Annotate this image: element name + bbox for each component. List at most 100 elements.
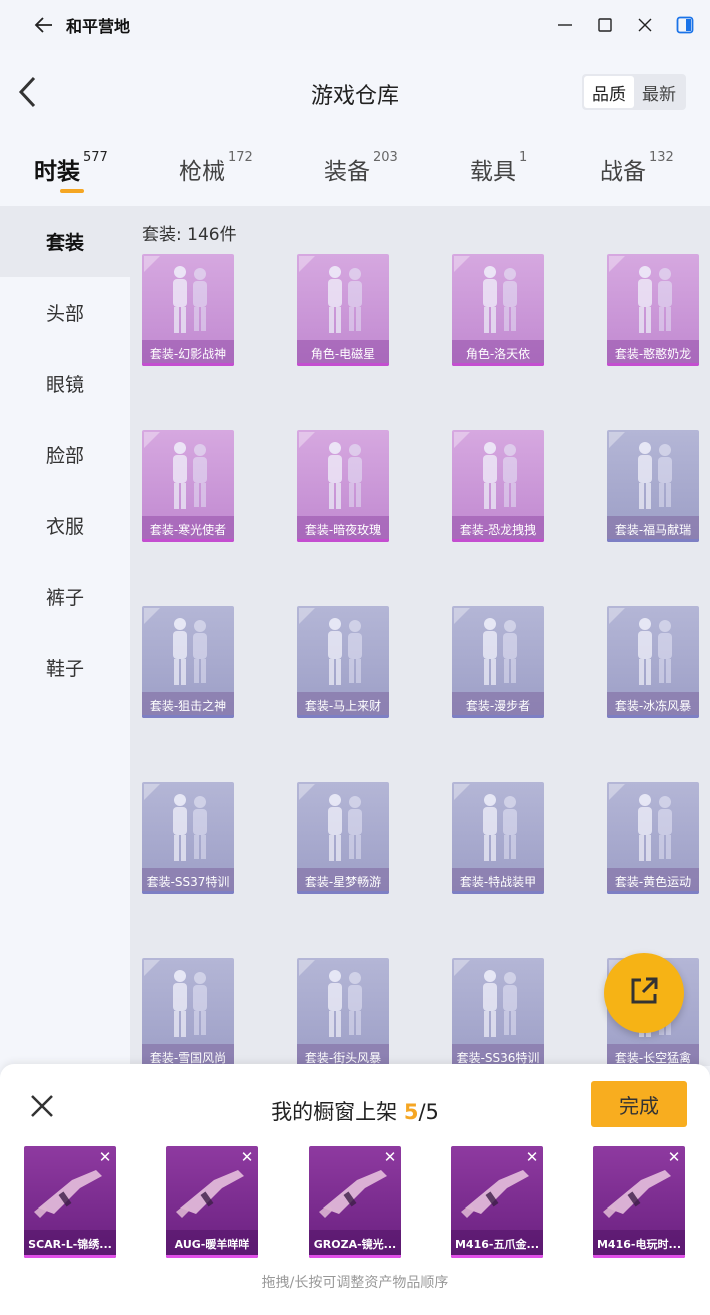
item-card[interactable]: 套装-漫步者 [452,606,544,718]
item-card[interactable]: 角色-电磁星 [297,254,389,366]
tab-guns[interactable]: 枪械172 [179,150,253,186]
rarity-bar [297,363,389,366]
rifle-icon [603,1170,671,1218]
rarity-bar [451,1255,543,1258]
window-title: 和平营地 [66,17,131,36]
item-card[interactable]: 角色-洛天依 [452,254,544,366]
item-card[interactable]: 套装-特战装甲 [452,782,544,894]
rarity-bar [309,1255,401,1258]
outfit-figure-icon [173,970,207,1037]
outfit-figure-icon [483,266,517,333]
item-card[interactable]: 套装-黄色运动 [607,782,699,894]
tab-outfits[interactable]: 时装577 [34,150,108,186]
showcase-item-name: SCAR-L-锦绣... [24,1230,116,1258]
outfit-figure-icon [328,618,362,685]
item-name: 套装-雪国风尚 [142,1044,234,1066]
app-header: 游戏仓库 品质 最新 [0,50,710,138]
sidebar-item-head[interactable]: 头部 [0,277,130,348]
showcase-item-name: GROZA-镜光... [309,1230,401,1258]
rifle-icon [319,1170,387,1218]
rarity-bar [593,1255,685,1258]
rarity-bar [142,539,234,542]
maximize-icon[interactable] [596,13,614,37]
sidebar-item-pants[interactable]: 裤子 [0,561,130,632]
outfit-figure-icon [483,970,517,1037]
item-card[interactable]: 套装-马上来财 [297,606,389,718]
item-name: 套装-长空猛禽 [607,1044,699,1066]
category-tabs: 时装577 枪械172 装备203 载具1 战备132 [0,138,710,206]
sidebar-item-face[interactable]: 脸部 [0,419,130,490]
showcase-slot[interactable]: ✕ AUG-暖羊咩咩 [166,1146,258,1258]
showcase-slot[interactable]: ✕ M416-电玩时... [593,1146,685,1258]
minimize-icon[interactable] [556,13,574,37]
item-card[interactable]: 套装-街头风暴 [297,958,389,1066]
sidebar-item-glasses[interactable]: 眼镜 [0,348,130,419]
outfit-figure-icon [173,442,207,509]
sidebar-item-shoes[interactable]: 鞋子 [0,632,130,703]
item-card[interactable]: 套装-幻影战神 [142,254,234,366]
rarity-bar [297,539,389,542]
active-tab-indicator [60,189,84,193]
window-titlebar: 和平营地 [0,0,710,50]
outfit-figure-icon [328,442,362,509]
tab-equipment[interactable]: 装备203 [324,150,398,186]
rarity-bar [607,363,699,366]
outfit-figure-icon [483,442,517,509]
rifle-icon [34,1170,102,1218]
rarity-bar [452,363,544,366]
rarity-bar [607,891,699,894]
item-count: 套装: 146件 [142,225,237,245]
item-card[interactable]: 套装-星梦畅游 [297,782,389,894]
item-card[interactable]: 套装-狙击之神 [142,606,234,718]
sidebar-item-sets[interactable]: 套装 [0,206,130,277]
rarity-bar [142,891,234,894]
done-button[interactable]: 完成 [591,1081,687,1127]
item-name: 套装-SS36特训 [452,1044,544,1066]
outfit-figure-icon [173,266,207,333]
item-card[interactable]: 套装-SS37特训 [142,782,234,894]
item-card[interactable]: 套装-恐龙拽拽 [452,430,544,542]
showcase-slot[interactable]: ✕ M416-五爪金... [451,1146,543,1258]
item-name: 套装-街头风暴 [297,1044,389,1066]
outfit-figure-icon [638,266,672,333]
item-card[interactable]: 套装-暗夜玫瑰 [297,430,389,542]
rarity-bar [452,715,544,718]
sidebar-toggle-icon[interactable] [676,13,694,37]
item-grid: 套装: 146件 套装-幻影战神 角色-电磁星 角色-洛天依 套装-憨憨奶龙套装-寒光… [130,206,710,1066]
item-card[interactable]: 套装-憨憨奶龙 [607,254,699,366]
rarity-bar [24,1255,116,1258]
rarity-bar [142,715,234,718]
outfit-figure-icon [638,618,672,685]
outfit-figure-icon [483,618,517,685]
sort-option-quality[interactable]: 品质 [584,76,634,108]
rarity-bar [297,715,389,718]
showcase-item-name: AUG-暖羊咩咩 [166,1230,258,1258]
rarity-bar [297,891,389,894]
outfit-figure-icon [173,794,207,861]
item-card[interactable]: 套装-福马献瑞 [607,430,699,542]
item-card[interactable]: 套装-冰冻风暴 [607,606,699,718]
item-card[interactable]: 套装-雪国风尚 [142,958,234,1066]
sidebar-item-clothes[interactable]: 衣服 [0,490,130,561]
rarity-bar [142,363,234,366]
rarity-bar [607,715,699,718]
close-icon[interactable] [636,13,654,37]
showcase-item-name: M416-五爪金... [451,1230,543,1258]
outfit-figure-icon [638,442,672,509]
showcase-item-name: M416-电玩时... [593,1230,685,1258]
arrow-left-icon[interactable] [32,13,56,37]
item-card[interactable]: 套装-寒光使者 [142,430,234,542]
share-button[interactable] [604,953,684,1033]
rarity-bar [166,1255,258,1258]
outfit-figure-icon [328,266,362,333]
showcase-slot[interactable]: ✕ GROZA-镜光... [309,1146,401,1258]
outfit-figure-icon [173,618,207,685]
sort-option-newest[interactable]: 最新 [634,76,684,108]
sort-toggle: 品质 最新 [582,74,686,110]
showcase-slot[interactable]: ✕ SCAR-L-锦绣... [24,1146,116,1258]
tab-vehicles[interactable]: 载具1 [470,150,527,186]
rarity-bar [607,539,699,542]
tab-supplies[interactable]: 战备132 [600,150,674,186]
item-card[interactable]: 套装-SS36特训 [452,958,544,1066]
rarity-bar [452,891,544,894]
